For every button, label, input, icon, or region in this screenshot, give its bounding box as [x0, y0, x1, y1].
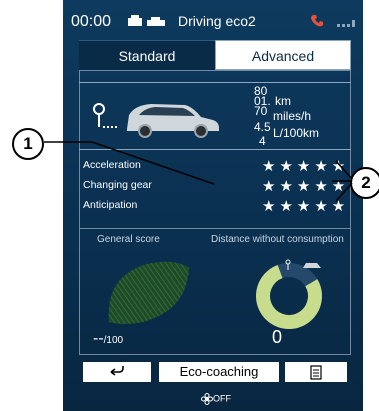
general-score-value: --/100	[93, 330, 123, 348]
speed-value: 70	[254, 104, 268, 118]
list-button[interactable]	[285, 362, 347, 382]
climate-fan-status[interactable]: OFF	[201, 393, 231, 407]
eco-coaching-button[interactable]: Eco-coaching	[159, 362, 279, 382]
back-button[interactable]	[83, 362, 151, 382]
callout-number-1: 1	[12, 128, 44, 160]
trip-metrics: 80 01. km 70 miles/h 4.5 4 L/100km	[253, 82, 353, 150]
callout-2-lines	[332, 160, 353, 202]
general-score-max: /100	[103, 335, 124, 346]
tab-advanced-label: Advanced	[251, 48, 315, 64]
leaf-icon	[103, 258, 193, 328]
callout-1-line	[44, 141, 215, 185]
general-score-label: General score	[97, 234, 160, 245]
multimedia-screen: 00:00 Driving eco2 Standard Advanced 80 …	[63, 0, 363, 411]
signal-icon	[335, 18, 359, 28]
score-label-anticipation: Anticipation	[83, 199, 138, 211]
speed-unit: miles/h	[273, 109, 312, 123]
distance-ring	[251, 256, 327, 332]
app-title: Driving eco2	[178, 13, 256, 29]
distance-without-consumption-value: 0	[271, 327, 282, 347]
distance-unit: km	[275, 94, 291, 108]
tab-standard[interactable]: Standard	[79, 40, 215, 71]
status-bar: 00:00 Driving eco2	[63, 0, 363, 40]
mode-tabs: Standard Advanced	[79, 40, 351, 71]
back-arrow-icon	[110, 366, 124, 376]
list-icon	[310, 365, 322, 380]
consumption-unit: L/100km	[273, 126, 320, 140]
consumption-value: 4.5	[254, 120, 271, 134]
phone-icon[interactable]	[309, 13, 325, 29]
fan-icon	[201, 393, 213, 405]
tab-standard-label: Standard	[118, 48, 176, 64]
eco-coaching-label: Eco-coaching	[179, 364, 259, 379]
distance-without-consumption-label: Distance without consumption	[211, 234, 344, 245]
clock: 00:00	[71, 13, 112, 30]
general-score-number: --	[93, 330, 104, 347]
car-settings-icon	[127, 13, 167, 29]
fan-off-label: OFF	[213, 393, 231, 404]
consumption-alt-value: 4	[259, 134, 266, 148]
tab-advanced[interactable]: Advanced	[215, 40, 351, 70]
bottom-bar: Eco-coaching	[79, 360, 351, 384]
